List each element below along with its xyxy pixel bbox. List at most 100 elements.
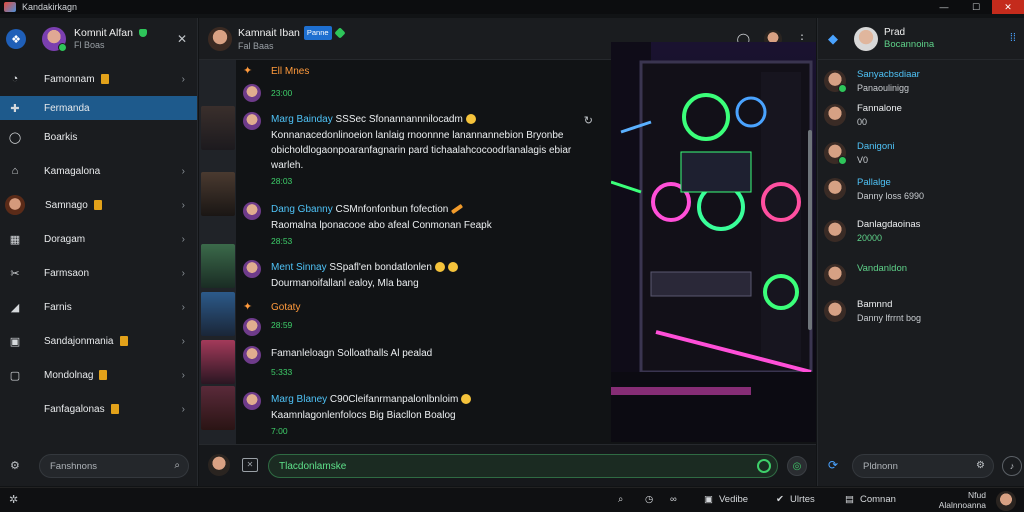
reply-icon[interactable]: ↻ <box>584 114 593 127</box>
message-input[interactable]: Tlacdonlamske <box>268 454 778 478</box>
message-body: Dourmanoifallanl ealoy, Mla bang <box>271 276 591 291</box>
attach-icon[interactable]: ✕ <box>242 458 258 472</box>
contact-avatar <box>824 264 846 286</box>
chat-contact-avatar[interactable] <box>208 26 232 51</box>
contact-name: Sanyacbsdiaar <box>857 69 920 80</box>
sidebar-item-farnis[interactable]: ◢ Farnis › <box>0 290 197 324</box>
close-icon[interactable]: ✕ <box>177 32 187 46</box>
home-icon: ⌂ <box>11 165 19 177</box>
sidebar-nav: ◔ Famonnam › ✚ Fermanda ◯ Boarkis ⌂ Kamagalona › S… <box>0 62 197 426</box>
message-avatar[interactable] <box>243 318 261 336</box>
scrollbar[interactable] <box>808 130 812 330</box>
sidebar-item-boarkis[interactable]: ◯ Boarkis <box>0 120 197 154</box>
status-user-avatar[interactable] <box>996 491 1016 511</box>
sidebar-item-fermanda[interactable]: ✚ Fermanda <box>0 96 197 120</box>
strip-avatar <box>201 106 235 150</box>
contact-item[interactable]: Danigoni V0 <box>824 140 1019 174</box>
close-window-button[interactable]: ✕ <box>992 0 1024 14</box>
message-avatar[interactable] <box>243 112 261 130</box>
grid-menu-icon[interactable]: ⁞⁞ <box>1010 32 1016 44</box>
contact-name: Pallalge <box>857 177 891 188</box>
sidebar-item-label: Boarkis <box>44 131 78 143</box>
diamond-logo-icon[interactable]: ◆ <box>828 31 838 47</box>
sidebar-search-input[interactable]: Fanshnons ⌕ <box>39 454 189 478</box>
sidebar-item-mondolnag[interactable]: ▢ Mondolnag › <box>0 358 197 392</box>
sidebar-item-famonnam[interactable]: ◔ Famonnam › <box>0 62 197 96</box>
sidebar-item-farmsaon[interactable]: ✂ Farmsaon › <box>0 256 197 290</box>
message-list: ✦ Ell Mnes 23:00 Marg Bainday SSSec Sfon… <box>199 60 611 444</box>
contacts-search-input[interactable]: Pldnonn ⚙ <box>852 454 994 478</box>
composer-avatar[interactable] <box>208 454 230 476</box>
contact-subtitle: V0 <box>857 155 869 165</box>
sidebar-item-sandajonmania[interactable]: ▣ Sandajonmania › <box>0 324 197 358</box>
send-button[interactable]: ◎ <box>787 456 807 476</box>
clock-icon[interactable]: ◷ <box>645 494 653 505</box>
contact-item[interactable]: Fannalone 00 <box>824 102 1019 136</box>
message-author[interactable]: Ell Mnes <box>271 66 309 77</box>
message-avatar[interactable] <box>243 260 261 278</box>
message-text: C90Cleifanrmanpalonlbnloim <box>329 394 459 405</box>
contact-item[interactable]: Sanyacbsdiaar Panaoulinigg <box>824 68 1019 102</box>
contact-item[interactable]: Danlagdaoinas 20000 <box>824 218 1019 252</box>
status-item-video[interactable]: ▣ Vedibe <box>704 494 748 505</box>
settings-icon[interactable]: ⚙ <box>976 460 985 471</box>
sidebar-item-label: Samnago <box>45 199 88 211</box>
record-icon[interactable] <box>757 459 771 473</box>
message-author[interactable]: Ment Sinnay <box>271 262 327 273</box>
message-body: Raomalna lponacooe abo afeal Conmonan Fe… <box>271 218 591 233</box>
settings-sparkle-icon[interactable]: ✲ <box>9 493 18 506</box>
shared-image[interactable] <box>611 42 816 442</box>
gear-icon[interactable]: ⚙ <box>10 459 20 472</box>
sidebar-item-samnago[interactable]: Samnago › <box>0 188 197 222</box>
status-user-name: Nfud <box>968 490 986 500</box>
app-logo-icon <box>4 2 16 12</box>
message-author[interactable]: Marg Blaney <box>271 394 327 405</box>
contacts-header-status: Bocannoina <box>884 38 935 50</box>
status-item-comments[interactable]: ▤ Comnan <box>845 494 896 505</box>
minimize-button[interactable]: — <box>928 0 960 14</box>
avatar-strip <box>199 60 236 444</box>
contact-item[interactable]: Pallalge Danny loss 6990 <box>824 176 1019 210</box>
contact-item[interactable]: Vandanldon <box>824 262 1019 296</box>
message-time: 7:00 <box>271 426 288 436</box>
status-item-label: Ulrtes <box>789 494 815 505</box>
message: Dang Gbanny CSMnfonfonbun fofection Raom… <box>243 202 603 252</box>
status-item-updates[interactable]: ✔ Ulrtes <box>776 494 815 505</box>
refresh-icon[interactable]: ⟳ <box>828 458 838 472</box>
sidebar-item-label: Sandajonmania <box>44 335 114 347</box>
sidebar-item-fanfagalonas[interactable]: Fanfagalonas › <box>0 392 197 426</box>
maximize-button[interactable]: ☐ <box>960 0 992 14</box>
message-author[interactable]: Marg Bainday <box>271 114 333 125</box>
message-text: SSSec Sfonannannnilocadm <box>335 114 463 125</box>
message-author[interactable]: Famanleloagn <box>271 348 334 359</box>
gaming-pc-image <box>611 42 816 442</box>
user-avatar[interactable] <box>42 27 67 52</box>
status-user[interactable]: Nfud Alalnnoanna <box>926 490 986 510</box>
sparkle-icon: ✦ <box>243 301 253 313</box>
search-icon[interactable]: ⌕ <box>618 494 623 505</box>
message: Marg Blaney C90Cleifanrmanpalonlbnloim K… <box>243 392 603 444</box>
message-line: Konnanacedonlinoeion lanlaig rnoonnne la… <box>271 130 564 141</box>
message-avatar[interactable] <box>243 84 261 102</box>
contact-item[interactable]: Bamnnd Danny lfrrnt bog <box>824 298 1019 332</box>
app-home-icon[interactable]: ❖ <box>6 29 26 49</box>
message-avatar[interactable] <box>243 202 261 220</box>
message-author[interactable]: Dang Gbanny <box>271 204 333 215</box>
chat-contact-name: Kamnait Iban <box>238 26 300 39</box>
contact-name: Vandanldon <box>857 263 908 274</box>
microphone-icon[interactable]: ♪ <box>1002 456 1022 476</box>
infinity-icon[interactable]: ∞ <box>670 494 677 505</box>
chevron-right-icon: › <box>181 335 185 347</box>
contacts-header-avatar[interactable] <box>854 26 878 51</box>
contacts-header: ◆ Prad Bocannoina ⁞⁞ <box>818 18 1024 60</box>
contacts-search: ⟳ Pldnonn ⚙ ♪ <box>826 454 1022 478</box>
sidebar-item-doragam[interactable]: ▦ Doragam › <box>0 222 197 256</box>
search-icon[interactable]: ⌕ <box>174 460 180 471</box>
sidebar-item-label: Farnis <box>44 301 72 313</box>
message-avatar[interactable] <box>243 346 261 364</box>
sparkle-icon: ✦ <box>243 65 253 77</box>
message-author[interactable]: Gotaty <box>271 302 300 313</box>
sidebar-item-label: Farmsaon <box>44 267 90 279</box>
sidebar-item-kamagalona[interactable]: ⌂ Kamagalona › <box>0 154 197 188</box>
message-avatar[interactable] <box>243 392 261 410</box>
